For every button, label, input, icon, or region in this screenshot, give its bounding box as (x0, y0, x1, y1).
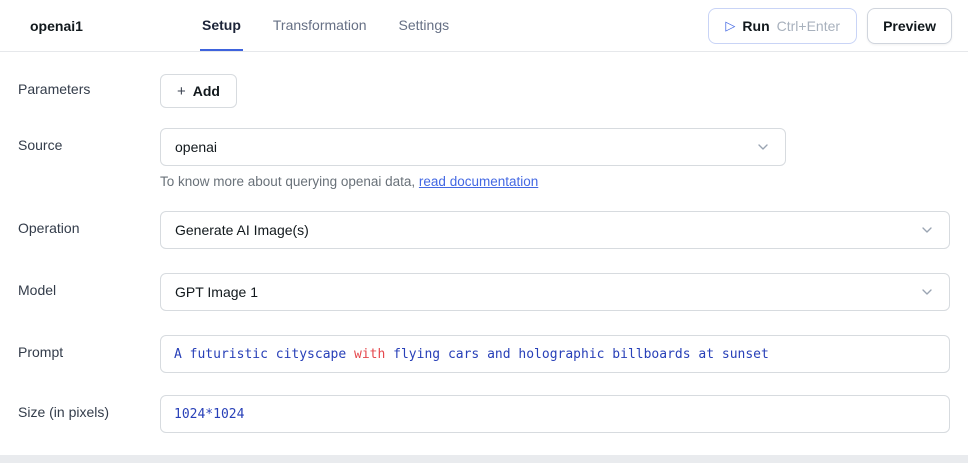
source-label: Source (18, 137, 63, 153)
source-helper-prefix: To know more about querying openai data, (160, 174, 419, 189)
prompt-token: with (354, 346, 386, 362)
source-select-value: openai (175, 139, 218, 155)
operation-row: Operation Generate AI Image(s) (18, 211, 950, 249)
add-parameter-button[interactable]: + Add (160, 74, 237, 108)
prompt-input[interactable]: A futuristic cityscape with flying cars … (160, 335, 950, 373)
operation-select[interactable]: Generate AI Image(s) (160, 211, 950, 249)
tab-transformation[interactable]: Transformation (271, 0, 369, 51)
add-parameter-label: Add (192, 83, 220, 99)
query-editor-panel: openai1 Setup Transformation Settings ▷ … (0, 0, 968, 463)
chevron-down-icon (755, 139, 771, 155)
source-select[interactable]: openai (160, 128, 786, 166)
prompt-token: flying cars and holographic billboards a… (385, 346, 769, 362)
query-name[interactable]: openai1 (0, 0, 200, 51)
query-setup-form: Parameters + Add Source openai To know m… (0, 52, 968, 433)
play-icon: ▷ (725, 18, 736, 33)
run-button[interactable]: ▷ Run Ctrl+Enter (708, 7, 858, 44)
operation-label: Operation (18, 220, 80, 236)
operation-select-value: Generate AI Image(s) (175, 222, 309, 238)
tab-bar: Setup Transformation Settings (200, 0, 451, 51)
bottom-divider (0, 455, 968, 463)
size-label: Size (in pixels) (18, 404, 110, 420)
read-documentation-link[interactable]: read documentation (419, 174, 538, 189)
size-row: Size (in pixels) 1024*1024 (18, 395, 950, 433)
source-helper-text: To know more about querying openai data,… (160, 174, 950, 189)
size-value: 1024*1024 (174, 406, 245, 422)
chevron-down-icon (919, 222, 935, 238)
prompt-token: A futuristic cityscape (174, 346, 355, 362)
header-actions: ▷ Run Ctrl+Enter Preview (708, 0, 968, 51)
tab-settings[interactable]: Settings (397, 0, 452, 51)
prompt-row: Prompt A futuristic cityscape with flyin… (18, 335, 950, 373)
plus-icon: + (177, 82, 186, 100)
parameters-row: Parameters + Add (18, 74, 950, 108)
run-button-label: Run (742, 17, 770, 34)
model-select-value: GPT Image 1 (175, 284, 259, 300)
size-input[interactable]: 1024*1024 (160, 395, 950, 433)
chevron-down-icon (919, 284, 935, 300)
prompt-label: Prompt (18, 344, 64, 360)
parameters-label: Parameters (18, 81, 91, 97)
query-header: openai1 Setup Transformation Settings ▷ … (0, 0, 968, 52)
source-row: Source openai To know more about queryin… (18, 128, 950, 189)
run-shortcut-label: Ctrl+Enter (776, 17, 841, 34)
model-row: Model GPT Image 1 (18, 273, 950, 311)
tab-setup[interactable]: Setup (200, 0, 243, 51)
preview-button[interactable]: Preview (867, 7, 952, 44)
model-select[interactable]: GPT Image 1 (160, 273, 950, 311)
model-label: Model (18, 282, 57, 298)
